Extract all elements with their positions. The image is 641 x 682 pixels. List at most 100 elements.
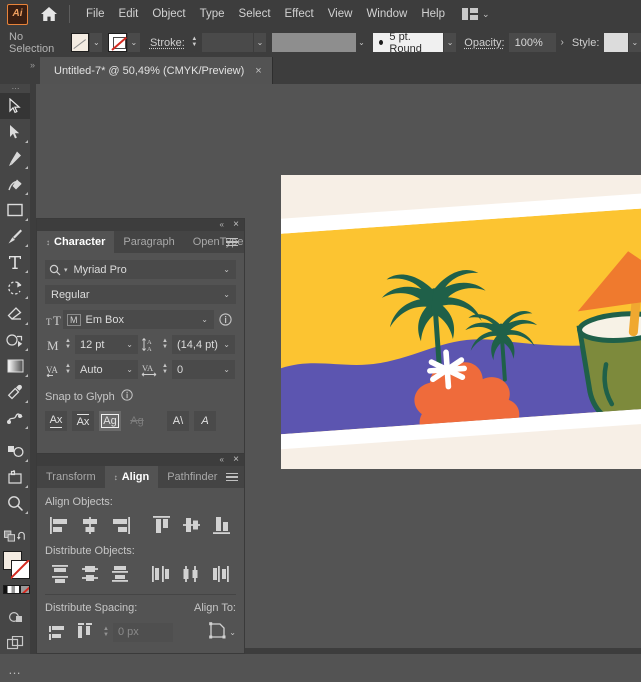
selection-tool[interactable] <box>0 93 30 119</box>
symbol-sprayer-tool[interactable] <box>0 438 30 464</box>
panel-menu-icon[interactable] <box>226 236 238 248</box>
collapse-icon[interactable]: « <box>220 455 225 464</box>
eraser-tool[interactable] <box>0 301 30 327</box>
opacity-label[interactable]: Opacity: <box>464 37 504 49</box>
chevron-down-icon[interactable]: ⌄ <box>201 315 208 324</box>
opacity-more-options[interactable]: › <box>556 33 567 52</box>
align-bottom-edges-button[interactable] <box>206 514 236 536</box>
tab-transform[interactable]: Transform <box>37 466 105 488</box>
metric-mode-field[interactable]: M Em Box ⌄ <box>63 310 214 329</box>
info-icon[interactable] <box>214 313 236 326</box>
kerning-stepper[interactable]: ▲ ▼ <box>63 363 73 375</box>
fill-color-swatch[interactable] <box>70 33 90 52</box>
paintbrush-tool[interactable] <box>0 223 30 249</box>
menu-view[interactable]: View <box>321 4 360 24</box>
screen-mode-button[interactable] <box>0 630 30 656</box>
stroke-profile-field[interactable] <box>272 33 356 52</box>
snap-baseline-button[interactable]: Ax <box>45 411 67 431</box>
home-icon[interactable] <box>36 1 62 27</box>
leading-field[interactable]: (14,4 pt) ⌄ <box>172 335 235 354</box>
distribute-top-edges-button[interactable] <box>45 563 75 585</box>
align-panel-titlebar[interactable]: « × <box>37 454 244 466</box>
tab-opentype[interactable]: OpenType <box>184 231 253 253</box>
chevron-down-icon[interactable]: ⌄ <box>223 340 230 349</box>
fill-swatch-dropdown[interactable]: ⌄ <box>90 33 103 52</box>
stroke-none-swatch[interactable] <box>108 33 127 52</box>
font-style-field[interactable]: Regular ⌄ <box>45 285 236 304</box>
tab-character[interactable]: ↕ Character <box>37 231 115 253</box>
shape-builder-tool[interactable] <box>0 327 30 353</box>
font-size-field[interactable]: 12 pt ⌄ <box>75 335 138 354</box>
chevron-down-icon[interactable]: ⌄ <box>223 290 230 299</box>
graphic-style-dropdown[interactable]: ⌄ <box>628 33 641 52</box>
toolbar-grip[interactable]: ⋯ <box>0 84 30 93</box>
more-tools-button[interactable]: … <box>0 656 30 682</box>
chevron-down-icon[interactable]: ⌄ <box>229 628 236 637</box>
distribute-horizontal-centers-button[interactable] <box>176 563 206 585</box>
menu-select[interactable]: Select <box>232 4 278 24</box>
align-to-dropdown[interactable]: ⌄ <box>209 622 236 642</box>
chevron-down-icon[interactable]: ⌄ <box>223 365 230 374</box>
info-icon[interactable] <box>121 389 133 404</box>
leading-stepper[interactable]: ▲ ▼ <box>160 338 170 350</box>
snap-em-box-button[interactable]: Ag <box>99 411 121 431</box>
menu-effect[interactable]: Effect <box>278 4 321 24</box>
snap-italic-guide-button[interactable]: A <box>194 411 216 431</box>
menu-type[interactable]: Type <box>193 4 232 24</box>
align-left-edges-button[interactable] <box>45 514 75 536</box>
type-tool[interactable] <box>0 249 30 275</box>
align-right-edges-button[interactable] <box>105 514 135 536</box>
font-size-stepper[interactable]: ▲ ▼ <box>63 338 73 350</box>
eyedropper-tool[interactable] <box>0 379 30 405</box>
kerning-field[interactable]: Auto ⌄ <box>75 360 138 379</box>
stroke-label[interactable]: Stroke: <box>150 37 185 49</box>
snap-angle-guide-button[interactable]: A\ <box>167 411 189 431</box>
distribute-horizontal-space-button[interactable] <box>71 621 97 643</box>
close-icon[interactable]: × <box>233 454 239 466</box>
menu-edit[interactable]: Edit <box>112 4 146 24</box>
pen-tool[interactable] <box>0 145 30 171</box>
blend-tool[interactable] <box>0 405 30 431</box>
menu-file[interactable]: File <box>79 4 112 24</box>
fill-stroke-controls[interactable] <box>0 523 30 549</box>
fill-stroke-swatches[interactable] <box>0 549 30 583</box>
stroke-swatch-dropdown[interactable]: ⌄ <box>127 33 140 52</box>
tabbar-dock-grip[interactable]: » <box>30 60 35 70</box>
close-icon[interactable]: × <box>255 65 261 77</box>
distribute-right-edges-button[interactable] <box>206 563 236 585</box>
rotate-tool[interactable] <box>0 275 30 301</box>
menu-help[interactable]: Help <box>414 4 452 24</box>
artboard-tool[interactable] <box>0 464 30 490</box>
spacing-value-field[interactable]: 0 px <box>113 622 173 642</box>
snap-descender-button[interactable]: Ag <box>126 411 148 431</box>
snap-x-height-button[interactable]: Ax <box>72 411 94 431</box>
curvature-tool[interactable] <box>0 171 30 197</box>
distribute-left-edges-button[interactable] <box>146 563 176 585</box>
chevron-down-icon[interactable]: ⌄ <box>126 365 133 374</box>
menu-window[interactable]: Window <box>359 4 414 24</box>
tracking-stepper[interactable]: ▲ ▼ <box>160 363 170 375</box>
distribute-bottom-edges-button[interactable] <box>105 563 135 585</box>
stroke-weight-stepper[interactable]: ▲ ▼ <box>190 33 199 52</box>
align-horizontal-center-button[interactable] <box>75 514 105 536</box>
document-tab[interactable]: Untitled-7* @ 50,49% (CMYK/Preview) × <box>40 57 273 84</box>
none-button-icon[interactable] <box>20 585 30 594</box>
character-panel-titlebar[interactable]: « × <box>37 219 244 231</box>
chevron-down-icon[interactable]: ⌄ <box>126 340 133 349</box>
tab-paragraph[interactable]: Paragraph <box>114 231 183 253</box>
opacity-field[interactable]: 100% <box>508 33 557 52</box>
stroke-weight-field[interactable] <box>201 33 253 52</box>
close-icon[interactable]: × <box>233 219 239 231</box>
menu-object[interactable]: Object <box>145 4 192 24</box>
tracking-field[interactable]: 0 ⌄ <box>172 360 235 379</box>
artwork-illustration[interactable] <box>281 175 641 469</box>
tab-pathfinder[interactable]: Pathfinder <box>158 466 226 488</box>
align-top-edges-button[interactable] <box>146 514 176 536</box>
panel-menu-icon[interactable] <box>226 471 238 483</box>
rectangle-tool[interactable] <box>0 197 30 223</box>
tab-align[interactable]: ↕ Align <box>104 466 159 488</box>
font-family-field[interactable]: ▾ Myriad Pro ⌄ <box>45 260 236 279</box>
spacing-stepper[interactable]: ▲ ▼ <box>101 626 111 638</box>
graphic-style-swatch[interactable] <box>604 33 628 52</box>
gradient-button-icon[interactable] <box>3 585 20 594</box>
